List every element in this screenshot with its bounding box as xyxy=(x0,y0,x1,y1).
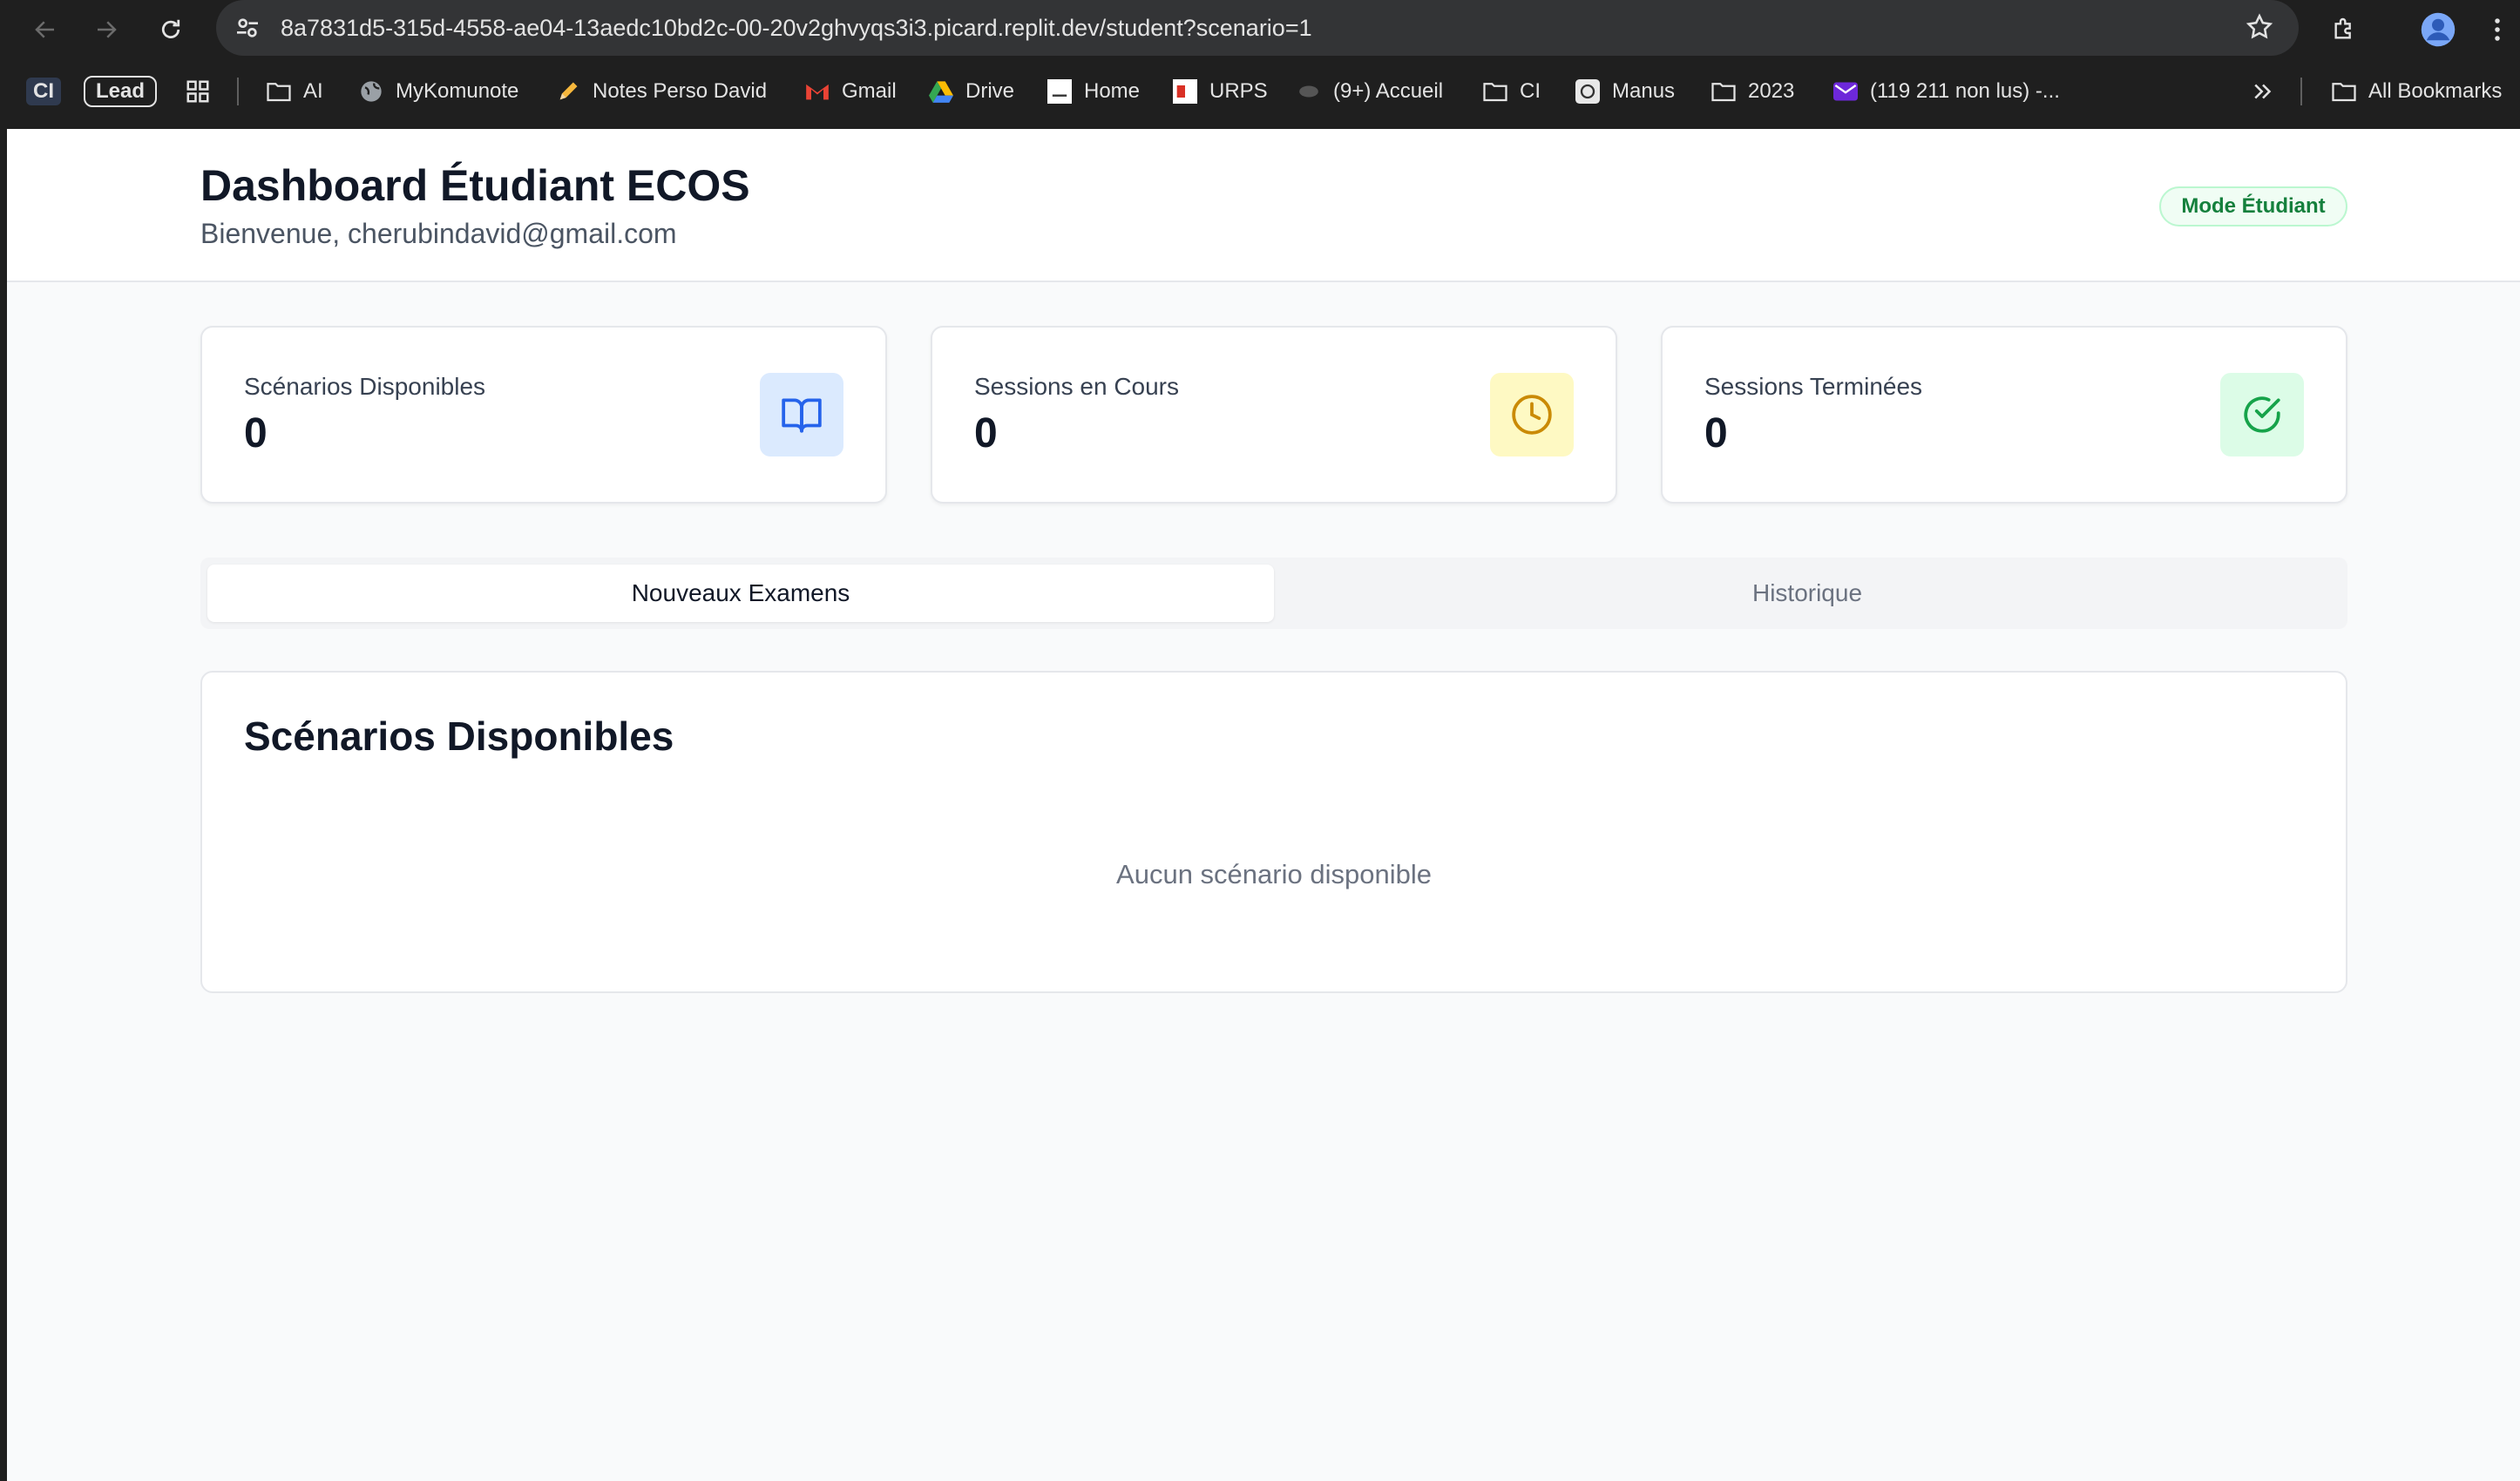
window-edge xyxy=(0,129,7,1481)
scenarios-title: Scénarios Disponibles xyxy=(244,713,674,759)
mode-badge: Mode Étudiant xyxy=(2159,186,2347,227)
bookmark-mykomunote[interactable]: MyKomunote xyxy=(357,74,518,109)
reload-icon[interactable] xyxy=(150,9,192,51)
stat-value: 0 xyxy=(1704,410,1728,456)
stat-card-sessions-terminees: Sessions Terminées 0 xyxy=(1661,326,2347,504)
menu-kebab-icon[interactable] xyxy=(2476,9,2518,51)
bookmark-home[interactable]: Home xyxy=(1046,74,1140,109)
bookmarks-divider xyxy=(237,78,239,105)
exam-tabs: Nouveaux Examens Historique xyxy=(200,558,2347,629)
stat-value: 0 xyxy=(244,410,268,456)
drive-icon xyxy=(927,78,955,105)
bookmark-urps[interactable]: URPS xyxy=(1171,74,1268,109)
student-dashboard: Dashboard Étudiant ECOS Bienvenue, cheru… xyxy=(7,129,2520,1481)
bookmark-ci[interactable]: CI xyxy=(26,74,61,109)
more-bookmarks-icon[interactable] xyxy=(2250,74,2276,109)
tab-historique[interactable]: Historique xyxy=(1274,565,2340,622)
page-title: Dashboard Étudiant ECOS xyxy=(200,161,750,210)
bookmark-gmail[interactable]: Gmail xyxy=(803,74,897,109)
scenarios-card: Scénarios Disponibles Aucun scénario dis… xyxy=(200,671,2347,993)
bookmark-folder-ai[interactable]: AI xyxy=(265,74,323,109)
folder-icon xyxy=(1710,78,1738,105)
bookmark-accueil[interactable]: (9+) Accueil xyxy=(1295,74,1443,109)
accueil-favicon-icon xyxy=(1295,78,1323,105)
dashboard-header: Dashboard Étudiant ECOS Bienvenue, cheru… xyxy=(7,129,2520,282)
stat-label: Scénarios Disponibles xyxy=(244,373,486,400)
home-favicon-icon xyxy=(1046,78,1074,105)
url-text: 8a7831d5-315d-4558-ae04-13aedc10bd2c-00-… xyxy=(281,14,1312,41)
site-settings-icon[interactable] xyxy=(234,14,261,46)
stat-label: Sessions Terminées xyxy=(1704,373,1923,400)
stat-value: 0 xyxy=(974,410,998,456)
pencil-icon xyxy=(554,78,582,105)
bookmark-lead[interactable]: Lead xyxy=(84,74,158,109)
apps-grid-icon[interactable] xyxy=(185,74,211,109)
gmail-icon xyxy=(803,78,831,105)
welcome-text: Bienvenue, cherubindavid@gmail.com xyxy=(200,218,677,249)
bookmark-folder-2023[interactable]: 2023 xyxy=(1710,74,1794,109)
profile-avatar-icon[interactable] xyxy=(2417,9,2459,51)
all-bookmarks[interactable]: All Bookmarks xyxy=(2330,74,2502,109)
folder-icon xyxy=(2330,78,2358,105)
folder-icon xyxy=(265,78,293,105)
stat-card-scenarios: Scénarios Disponibles 0 xyxy=(200,326,887,504)
urps-favicon-icon xyxy=(1171,78,1199,105)
stat-card-sessions-en-cours: Sessions en Cours 0 xyxy=(931,326,1617,504)
manus-favicon-icon xyxy=(1574,78,1602,105)
book-icon xyxy=(760,373,843,456)
bookmark-notes-perso[interactable]: Notes Perso David xyxy=(554,74,767,109)
folder-icon xyxy=(1481,78,1509,105)
stat-label: Sessions en Cours xyxy=(974,373,1180,400)
bookmarks-divider-right xyxy=(2300,78,2302,105)
bookmark-manus[interactable]: Manus xyxy=(1574,74,1675,109)
extensions-icon[interactable] xyxy=(2323,9,2365,51)
empty-state-message: Aucun scénario disponible xyxy=(1116,859,1432,889)
globe-icon xyxy=(357,78,385,105)
forward-icon[interactable] xyxy=(85,9,127,51)
back-icon[interactable] xyxy=(24,9,66,51)
bookmark-drive[interactable]: Drive xyxy=(927,74,1014,109)
bookmark-folder-ci[interactable]: CI xyxy=(1481,74,1541,109)
bookmark-mail[interactable]: (119 211 non lus) -... xyxy=(1832,74,2060,109)
check-circle-icon xyxy=(2220,373,2304,456)
bookmark-star-icon[interactable] xyxy=(2245,12,2274,46)
address-bar[interactable]: 8a7831d5-315d-4558-ae04-13aedc10bd2c-00-… xyxy=(216,0,2299,56)
browser-chrome: 8a7831d5-315d-4558-ae04-13aedc10bd2c-00-… xyxy=(0,0,2520,129)
clock-icon xyxy=(1490,373,1574,456)
bookmarks-bar: CI Lead AI MyKomunote Notes Perso David … xyxy=(0,64,2520,118)
mail-favicon-icon xyxy=(1832,78,1860,105)
tab-nouveaux-examens[interactable]: Nouveaux Examens xyxy=(207,565,1274,622)
